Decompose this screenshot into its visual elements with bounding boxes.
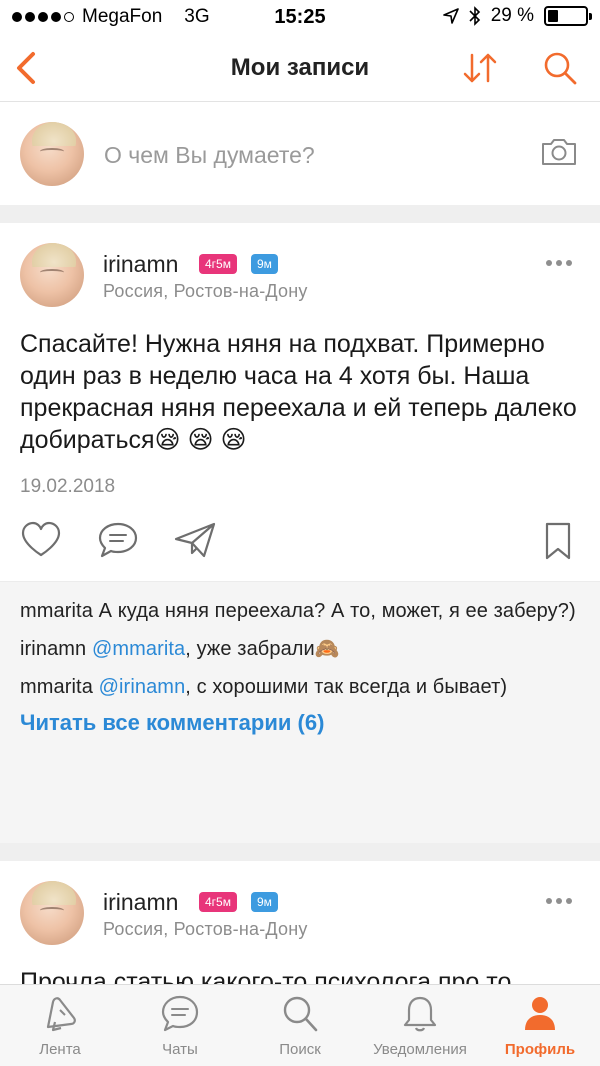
search-icon bbox=[544, 52, 577, 85]
section-divider bbox=[0, 843, 600, 861]
feed-icon bbox=[46, 997, 76, 1032]
bluetooth-icon bbox=[469, 6, 480, 26]
send-plane-icon bbox=[174, 522, 216, 558]
profile-icon bbox=[525, 997, 555, 1030]
page-title: Мои записи bbox=[230, 54, 370, 81]
comment-text: , уже забрали🙈 bbox=[185, 638, 340, 660]
bell-icon bbox=[403, 996, 437, 1032]
tab-notifications[interactable]: Уведомления bbox=[360, 991, 480, 1058]
post-card: irinamn 4г5м 9м Россия, Ростов-на-Дону С… bbox=[0, 223, 600, 843]
post-text: Прочла статью какого-то психолога про то… bbox=[20, 968, 519, 984]
read-all-comments-link[interactable]: Читать все комментарии (6) bbox=[20, 710, 580, 736]
section-divider bbox=[0, 205, 600, 223]
navigation-bar: Мои записи bbox=[0, 36, 600, 102]
location-arrow-icon bbox=[442, 8, 459, 24]
tab-label: Уведомления bbox=[373, 1041, 467, 1058]
camera-icon bbox=[542, 139, 576, 165]
comment: mmarita А куда няня переехала? А то, мож… bbox=[20, 596, 580, 626]
comment: irinamn @mmarita, уже забрали🙈 bbox=[20, 634, 580, 664]
post-username[interactable]: irinamn bbox=[103, 251, 178, 278]
post-actions bbox=[0, 521, 600, 571]
comment-author[interactable]: mmarita bbox=[20, 676, 93, 698]
comment-author[interactable]: irinamn bbox=[20, 638, 86, 660]
more-options-button[interactable] bbox=[546, 898, 572, 904]
tab-feed[interactable]: Лента bbox=[0, 991, 120, 1058]
child-age-badge: 4г5м bbox=[199, 892, 237, 912]
post-text: Спасайте! Нужна няня на подхват. Примерн… bbox=[20, 330, 577, 454]
comment-button[interactable] bbox=[97, 521, 139, 564]
battery-percent: 29 % bbox=[490, 5, 534, 26]
tab-label: Лента bbox=[39, 1041, 81, 1058]
status-bar: MegaFon 3G 15:25 29 % bbox=[0, 0, 600, 36]
child-age-badge: 4г5м bbox=[199, 254, 237, 274]
bookmark-icon bbox=[545, 522, 571, 560]
search-icon bbox=[283, 996, 318, 1032]
comments-section: mmarita А куда няня переехала? А то, мож… bbox=[0, 581, 600, 843]
comment-mention[interactable]: @mmarita bbox=[92, 638, 185, 660]
search-button[interactable] bbox=[540, 48, 580, 88]
tab-label: Профиль bbox=[504, 1041, 576, 1058]
sort-button[interactable] bbox=[460, 48, 500, 88]
tab-bar: Лента Чаты Поиск Уведомления Профиль bbox=[0, 984, 600, 1066]
child-age-badge: 9м bbox=[251, 892, 278, 912]
composer-placeholder[interactable]: О чем Вы думаете? bbox=[104, 142, 315, 169]
share-button[interactable] bbox=[173, 521, 217, 564]
post-location: Россия, Ростов-на-Дону bbox=[103, 919, 308, 939]
comment-text: А куда няня переехала? А то, может, я ее… bbox=[98, 600, 576, 622]
bookmark-button[interactable] bbox=[543, 521, 573, 566]
comment-mention[interactable]: @irinamn bbox=[99, 676, 186, 698]
post-username[interactable]: irinamn bbox=[103, 889, 178, 916]
comment-text: , с хорошими так всегда и бывает) bbox=[185, 676, 508, 698]
post-card: irinamn 4г5м 9м Россия, Ростов-на-Дону П… bbox=[0, 861, 600, 984]
camera-button[interactable] bbox=[540, 137, 578, 172]
post-composer[interactable]: О чем Вы думаете? bbox=[0, 103, 600, 205]
tab-label: Чаты bbox=[162, 1041, 198, 1058]
comment-author[interactable]: mmarita bbox=[20, 600, 93, 622]
tab-profile[interactable]: Профиль bbox=[480, 991, 600, 1058]
sort-arrows-icon bbox=[463, 53, 497, 83]
post-location: Россия, Ростов-на-Дону bbox=[103, 281, 308, 301]
avatar[interactable] bbox=[20, 881, 84, 945]
more-options-button[interactable] bbox=[546, 260, 572, 266]
heart-icon bbox=[21, 521, 61, 557]
post-date: 19.02.2018 bbox=[20, 476, 116, 497]
tab-chats[interactable]: Чаты bbox=[120, 991, 240, 1058]
avatar[interactable] bbox=[20, 243, 84, 307]
avatar bbox=[20, 122, 84, 186]
chat-icon bbox=[161, 995, 199, 1032]
tab-label: Поиск bbox=[279, 1041, 321, 1058]
tab-search[interactable]: Поиск bbox=[240, 991, 360, 1058]
battery-icon bbox=[544, 6, 592, 26]
like-button[interactable] bbox=[20, 521, 62, 564]
speech-bubble-icon bbox=[98, 522, 138, 558]
child-age-badge: 9м bbox=[251, 254, 278, 274]
comment: mmarita @irinamn, с хорошими так всегда … bbox=[20, 672, 580, 702]
